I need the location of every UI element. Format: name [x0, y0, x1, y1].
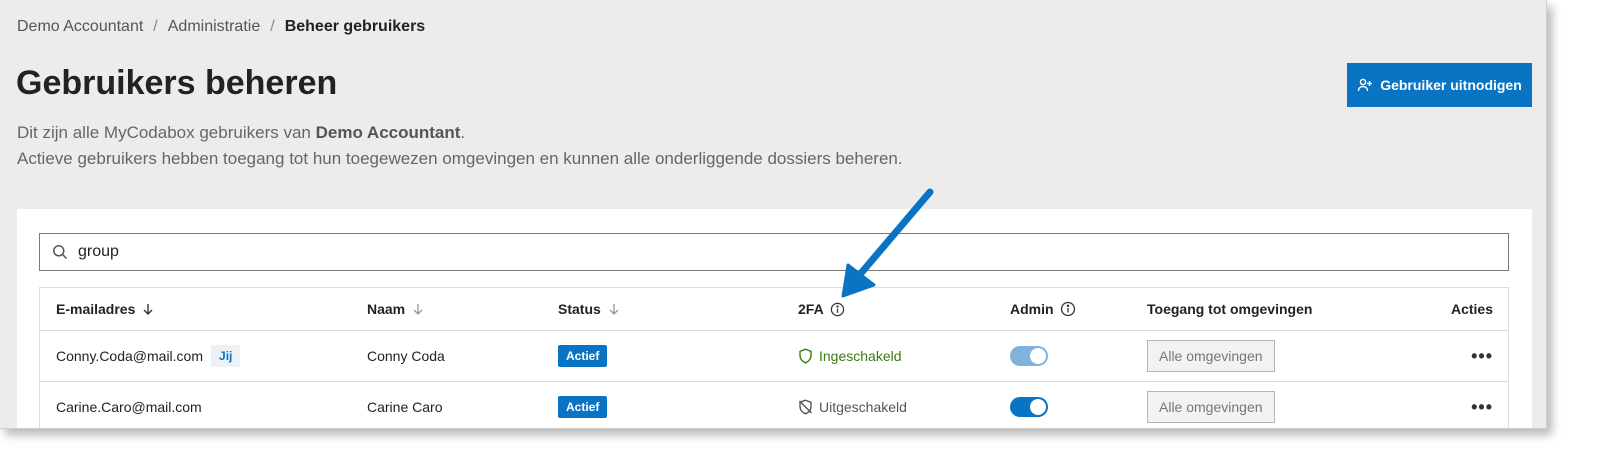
column-header-label: Toegang tot omgevingen [1147, 301, 1313, 317]
invite-user-button[interactable]: Gebruiker uitnodigen [1347, 63, 1532, 107]
access-cell: Alle omgevingen [1147, 331, 1275, 381]
status-cell: Actief [558, 331, 608, 381]
table-row: Conny.Coda@mail.com Jij Conny Coda Actie… [40, 331, 1508, 382]
sort-desc-icon [143, 304, 153, 315]
column-header-admin: Admin [1010, 288, 1076, 330]
invite-user-label: Gebruiker uitnodigen [1380, 77, 1522, 93]
name-text: Conny Coda [367, 348, 445, 364]
users-card: E-mailadres Naam Status 2FA Admin [17, 209, 1532, 428]
column-header-toegang: Toegang tot omgevingen [1147, 288, 1312, 330]
shield-icon [799, 348, 812, 364]
actions-cell: ••• [1471, 331, 1493, 381]
environments-button: Alle omgevingen [1147, 391, 1275, 423]
email-text: Conny.Coda@mail.com [56, 348, 204, 364]
email-cell: Carine.Caro@mail.com [56, 382, 202, 428]
toggle-knob [1030, 348, 1046, 364]
column-header-label: 2FA [798, 301, 824, 317]
admin-toggle [1010, 346, 1048, 366]
description-line-1: Dit zijn alle MyCodabox gebruikers van D… [17, 120, 903, 146]
2fa-status: Ingeschakeld [798, 348, 902, 364]
table-header-row: E-mailadres Naam Status 2FA Admin Toegan… [40, 288, 1508, 331]
toggle-knob [1030, 399, 1046, 415]
page-title: Gebruikers beheren [16, 64, 338, 102]
admin-cell [1010, 382, 1048, 428]
name-cell: Carine Caro [367, 382, 443, 428]
email-text: Carine.Caro@mail.com [56, 399, 202, 415]
breadcrumb-separator: / [270, 18, 275, 35]
column-header-naam[interactable]: Naam [367, 288, 425, 330]
2fa-label: Uitgeschakeld [819, 399, 907, 415]
status-badge: Actief [558, 345, 608, 367]
breadcrumb-separator: / [153, 18, 158, 35]
2fa-label: Ingeschakeld [819, 348, 902, 364]
email-cell: Conny.Coda@mail.com Jij [56, 331, 241, 381]
more-actions-icon[interactable]: ••• [1471, 397, 1493, 418]
description-line-2: Actieve gebruikers hebben toegang tot hu… [17, 149, 903, 168]
shield-off-icon [799, 399, 812, 415]
search-input[interactable] [76, 242, 1380, 262]
sort-icon [609, 304, 619, 315]
actions-cell: ••• [1471, 382, 1493, 428]
table-row: Carine.Caro@mail.com Carine Caro Actief … [40, 382, 1508, 428]
access-cell: Alle omgevingen [1147, 382, 1275, 428]
column-header-label: E-mailadres [56, 301, 136, 317]
description-text: Dit zijn alle MyCodabox gebruikers van [17, 123, 316, 142]
column-header-2fa: 2FA [798, 288, 845, 330]
2fa-status: Uitgeschakeld [798, 399, 907, 415]
app-window: Demo Accountant / Administratie / Beheer… [0, 0, 1547, 429]
column-header-label: Status [558, 301, 601, 317]
admin-toggle[interactable] [1010, 397, 1048, 417]
more-actions-icon[interactable]: ••• [1471, 346, 1493, 367]
name-text: Carine Caro [367, 399, 443, 415]
name-cell: Conny Coda [367, 331, 445, 381]
breadcrumb-item-administratie[interactable]: Administratie [168, 18, 260, 36]
column-header-acties: Acties [1451, 288, 1493, 330]
breadcrumb-item-demo-accountant[interactable]: Demo Accountant [17, 18, 143, 36]
info-icon[interactable] [830, 302, 845, 317]
column-header-label: Acties [1450, 301, 1493, 317]
column-header-status[interactable]: Status [558, 288, 621, 330]
column-header-label: Admin [1010, 301, 1054, 317]
user-plus-icon [1358, 78, 1373, 92]
sort-icon [413, 304, 423, 315]
status-badge: Actief [558, 396, 608, 418]
breadcrumb: Demo Accountant / Administratie / Beheer… [17, 18, 425, 36]
search-field[interactable] [39, 233, 1509, 271]
admin-cell [1010, 331, 1048, 381]
environments-button: Alle omgevingen [1147, 340, 1275, 372]
breadcrumb-item-current: Beheer gebruikers [284, 18, 426, 35]
you-tag: Jij [211, 345, 241, 367]
column-header-email[interactable]: E-mailadres [56, 288, 155, 330]
2fa-cell: Uitgeschakeld [798, 382, 907, 428]
organization-name: Demo Accountant [315, 123, 461, 142]
status-cell: Actief [558, 382, 608, 428]
2fa-cell: Ingeschakeld [798, 331, 902, 381]
users-table: E-mailadres Naam Status 2FA Admin Toegan… [39, 287, 1509, 428]
search-icon [52, 244, 68, 260]
description-text: . [460, 123, 466, 142]
info-icon[interactable] [1060, 301, 1076, 317]
column-header-label: Naam [367, 301, 406, 317]
page-description: Dit zijn alle MyCodabox gebruikers van D… [17, 120, 903, 172]
